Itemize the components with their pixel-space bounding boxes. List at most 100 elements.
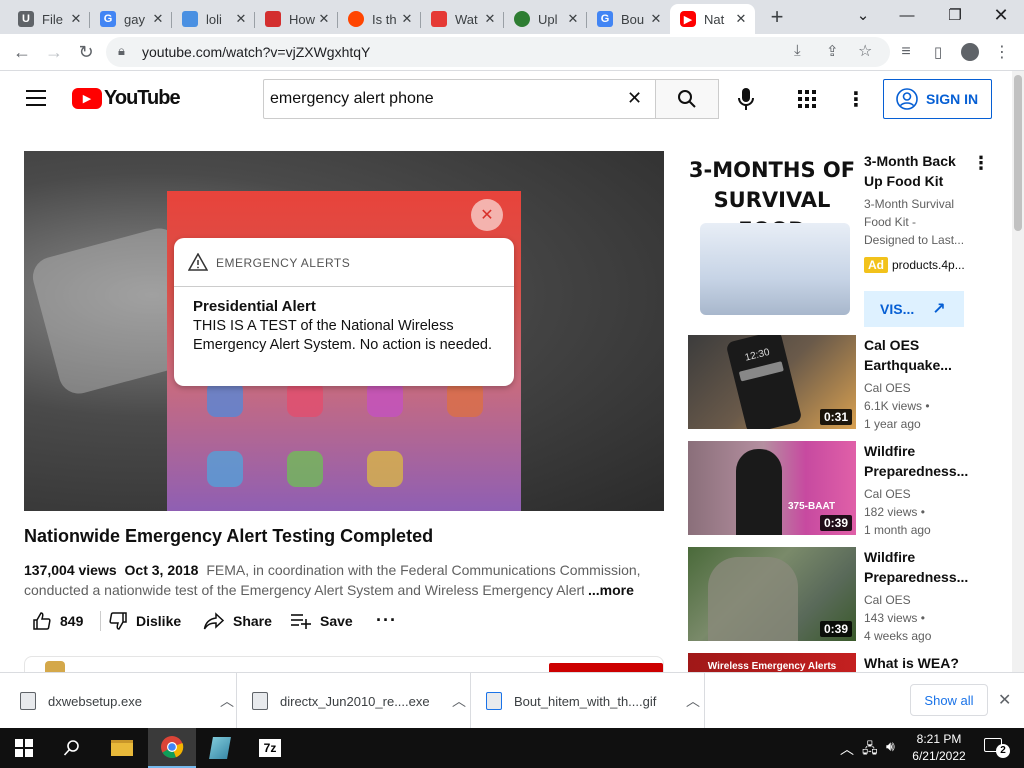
browser-tab[interactable]: U File ✕ [8, 4, 90, 34]
download-item[interactable]: directx_Jun2010_re....exe ︿ [252, 673, 468, 729]
page-scrollbar[interactable] [1012, 71, 1024, 672]
sign-in-label: SIGN IN [926, 91, 979, 107]
minimize-icon[interactable]: — [884, 0, 930, 30]
close-tab-icon[interactable]: ✕ [482, 11, 498, 27]
sidebar-ad[interactable]: 3-MONTHS OF SURVIVAL FOOD 3-Month Back U… [688, 151, 990, 327]
close-window-icon[interactable]: ✕ [978, 0, 1024, 30]
forward-icon[interactable]: → [40, 38, 68, 66]
browser-tab[interactable]: loli ✕ [172, 4, 255, 34]
url-text[interactable]: youtube.com/watch?v=vjZXWgxhtqY [142, 44, 370, 60]
video-thumbnail[interactable]: 375-BAAT 0:39 [688, 441, 856, 535]
alert-header: EMERGENCY ALERTS [216, 256, 351, 270]
browser-tab[interactable]: Upl ✕ [504, 4, 587, 34]
view-count: 137,004 views [24, 562, 117, 578]
close-tab-icon[interactable]: ✕ [150, 11, 166, 27]
video-thumbnail[interactable]: 0:39 [688, 547, 856, 641]
browser-tab[interactable]: G Bou ✕ [587, 4, 670, 34]
notebook-app-icon[interactable] [196, 728, 244, 768]
video-title[interactable]: What is WEA? [864, 653, 974, 672]
youtube-logo[interactable]: ▶ YouTube [72, 87, 181, 110]
save-button[interactable]: Save [290, 611, 353, 631]
sidebar-video[interactable]: 0:39 Wildfire Preparedness... Cal OES 14… [688, 547, 988, 643]
network-icon[interactable]: 🖧︎ [862, 738, 878, 762]
more-options-icon[interactable]: ⋮ [846, 87, 866, 112]
browser-tab-active[interactable]: ▶ Nat ✕ [670, 4, 755, 34]
tray-chevron-icon[interactable]: ︿ [840, 739, 854, 759]
browser-toolbar: ← → ↻ 🔒︎ youtube.com/watch?v=vjZXWgxhtqY… [0, 34, 1024, 71]
download-item[interactable]: Bout_hitem_with_th....gif ︿ [486, 673, 702, 729]
video-title[interactable]: Cal OES Earthquake... [864, 335, 974, 375]
close-shelf-icon[interactable]: ✕ [998, 690, 1011, 710]
search-input-value[interactable]: emergency alert phone [270, 90, 434, 108]
browser-tab[interactable]: How ✕ [255, 4, 338, 34]
dislike-button[interactable]: Dislike [108, 611, 181, 631]
close-tab-icon[interactable]: ✕ [68, 11, 84, 27]
channel-name[interactable]: Cal OES [864, 485, 911, 503]
like-button[interactable]: 849 [32, 611, 83, 631]
video-player[interactable]: ✕ EMERGENCY ALERTS Presidential Alert TH… [24, 151, 664, 511]
reload-icon[interactable]: ↻ [72, 38, 100, 66]
share-icon[interactable]: ⇪ [826, 42, 839, 60]
bookmark-star-icon[interactable]: ☆ [858, 41, 872, 61]
file-explorer-icon[interactable] [98, 728, 146, 768]
notification-center-icon[interactable]: 2 [984, 738, 1010, 758]
volume-icon[interactable]: 🔊︎ [886, 738, 895, 755]
chrome-menu-icon[interactable]: ⋮ [988, 38, 1016, 66]
sidebar-video[interactable]: 375-BAAT 0:39 Wildfire Preparedness... C… [688, 441, 988, 537]
chevron-up-icon[interactable]: ︿ [452, 691, 466, 711]
sidebar-video[interactable]: 12:30 0:31 Cal OES Earthquake... Cal OES… [688, 335, 988, 431]
back-icon[interactable]: ← [8, 38, 36, 66]
ad-more-icon[interactable]: ⋮ [972, 153, 990, 174]
video-title[interactable]: Wildfire Preparedness... [864, 547, 974, 587]
voice-search-icon[interactable] [736, 87, 756, 116]
share-button[interactable]: Share [203, 611, 272, 631]
windows-start-icon[interactable] [0, 728, 48, 768]
clear-search-icon[interactable]: ✕ [627, 88, 642, 109]
browser-tab[interactable]: Wat ✕ [421, 4, 504, 34]
download-item[interactable]: dxwebsetup.exe ︿ [20, 673, 236, 729]
new-tab-icon[interactable]: + [764, 5, 790, 31]
channel-name[interactable]: Cal OES [864, 379, 911, 397]
close-tab-icon[interactable]: ✕ [233, 11, 249, 27]
lock-icon[interactable]: 🔒︎ [118, 43, 125, 59]
search-button[interactable] [655, 79, 719, 119]
7zip-icon[interactable]: 7z [246, 728, 294, 768]
close-tab-icon[interactable]: ✕ [733, 11, 749, 27]
restore-icon[interactable]: ❐ [932, 0, 978, 30]
visit-site-button[interactable]: VIS... ↗ [864, 291, 964, 327]
video-thumbnail[interactable]: 12:30 0:31 [688, 335, 856, 429]
tab-search-icon[interactable]: ⌄ [840, 0, 886, 30]
video-title[interactable]: Wildfire Preparedness... [864, 441, 974, 481]
install-app-icon[interactable]: ⤓ [794, 42, 801, 59]
address-bar[interactable]: 🔒︎ youtube.com/watch?v=vjZXWgxhtqY ⤓ ⇪ ☆ [106, 37, 890, 67]
ad-thumbnail[interactable]: 3-MONTHS OF SURVIVAL FOOD [688, 151, 856, 319]
clock[interactable]: 8:21 PM 6/21/2022 [908, 731, 970, 765]
like-count: 849 [60, 613, 84, 629]
chrome-taskbar-icon[interactable] [148, 728, 196, 768]
browser-tab[interactable]: Is th ✕ [338, 4, 421, 34]
video-thumbnail[interactable]: Wireless Emergency Alerts [688, 653, 856, 672]
show-more-link[interactable]: ...more [588, 580, 634, 600]
chevron-up-icon[interactable]: ︿ [686, 691, 700, 711]
close-tab-icon[interactable]: ✕ [399, 11, 415, 27]
video-description-box[interactable]: 137,004 views Oct 3, 2018 FEMA, in coord… [24, 560, 664, 600]
ad-title[interactable]: 3-Month Back Up Food Kit [864, 151, 974, 191]
close-tab-icon[interactable]: ✕ [648, 11, 664, 27]
profile-icon[interactable] [956, 38, 984, 66]
show-all-downloads-button[interactable]: Show all [910, 684, 988, 716]
browser-tab[interactable]: G gay ✕ [90, 4, 172, 34]
hamburger-menu-icon[interactable] [26, 90, 46, 106]
scrollbar-thumb[interactable] [1014, 75, 1022, 231]
search-input[interactable]: emergency alert phone ✕ [263, 79, 656, 119]
close-tab-icon[interactable]: ✕ [565, 11, 581, 27]
media-control-icon[interactable]: ≡ [892, 38, 920, 66]
chevron-up-icon[interactable]: ︿ [220, 691, 234, 711]
channel-name[interactable]: Cal OES [864, 591, 911, 609]
sign-in-button[interactable]: SIGN IN [883, 79, 992, 119]
close-tab-icon[interactable]: ✕ [316, 11, 332, 27]
sidebar-video[interactable]: Wireless Emergency Alerts What is WEA? [688, 653, 988, 672]
apps-grid-icon[interactable] [798, 90, 816, 113]
taskbar-search-icon[interactable] [48, 728, 96, 768]
more-actions-icon[interactable]: ··· [376, 610, 397, 631]
side-panel-icon[interactable]: ▯ [924, 38, 952, 66]
